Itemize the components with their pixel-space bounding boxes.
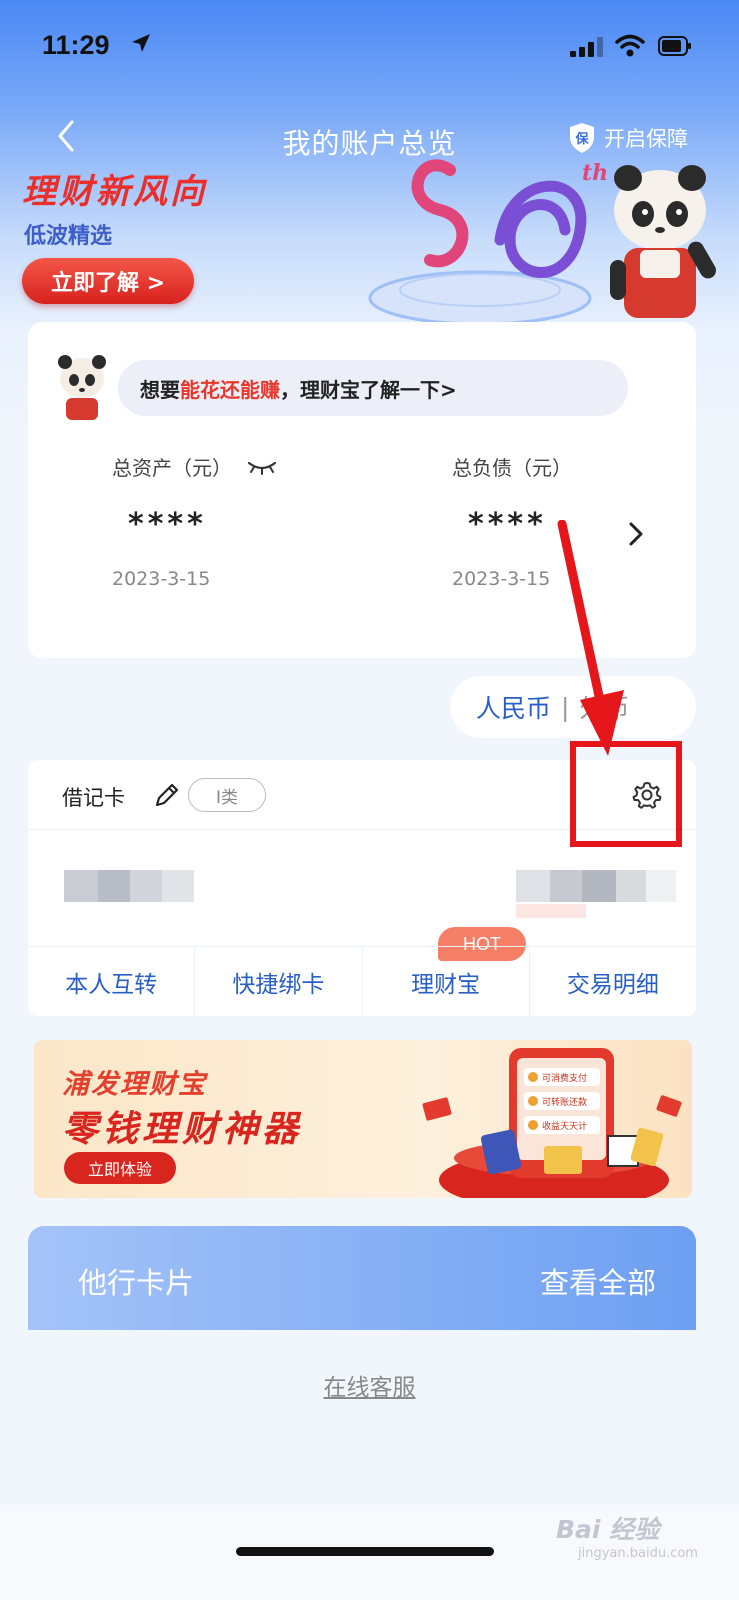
asset-overview-card: 想要 能花还能赚 ，理财宝了解一下> 总资产（元） **** 2023-3-15 总… [28,322,696,658]
online-service-link[interactable]: 在线客服 [0,1368,739,1402]
masked-card-balance [516,870,676,918]
total-liabilities-label: 总负债（元） [452,456,572,480]
debit-card-title: 借记卡 [62,786,125,810]
banner-title: 理财新风向 [22,172,207,212]
debit-card-actions: 本人互转 快捷绑卡 理财宝 交易明细 [28,946,696,1016]
status-time: 11:29 [42,30,110,60]
ad-feature-transfer: 可转账还款 [542,1096,587,1108]
status-bar: 11:29 [0,0,739,90]
ad-title: 浦发理财宝 [62,1069,207,1100]
wealth-promo-banner[interactable]: 想要 能花还能赚 ，理财宝了解一下> [118,360,628,416]
ad-subtitle: 零钱理财神器 [62,1109,303,1150]
location-arrow-icon [132,34,150,52]
banner-subtitle: 低波精选 [24,224,113,249]
phone-redbag-illustration: 可消费支付 可转账还款 收益天天计 [422,1048,682,1198]
home-indicator[interactable] [236,1547,494,1556]
baidu-watermark: Bai 经验 [556,1515,660,1544]
wealth-ad-banner[interactable]: 浦发理财宝 零钱理财神器 立即体验 可消费支付 可转账还款 收益天天计 [34,1040,692,1198]
wifi-icon [615,34,645,57]
ad-feature-pay: 可消费支付 [542,1072,587,1084]
masked-card-number [64,870,194,902]
view-all-button[interactable]: 查看全部 [540,1260,656,1302]
transaction-details-button[interactable]: 交易明细 [530,947,696,1016]
battery-icon [658,36,691,56]
total-liabilities-date: 2023-3-15 [452,568,551,590]
cellular-signal-icon [570,37,603,57]
wealth-treasure-button[interactable]: 理财宝 [363,947,530,1016]
promo-highlight: 能花还能赚 [180,377,280,402]
other-bank-cards-title: 他行卡片 [78,1266,195,1300]
total-liabilities: 总负债（元） **** 2023-3-15 [452,452,712,590]
debit-card-panel: 借记卡 I类 HOT 本人互转 快捷绑卡 理财宝 交易明细 [28,760,696,1016]
ad-try-button[interactable]: 立即体验 [64,1152,176,1184]
currency-separator: | [561,692,570,722]
promo-prefix: 想要 [140,377,180,402]
currency-rmb-tab[interactable]: 人民币 [476,689,551,725]
chevron-right-icon[interactable] [624,518,648,550]
self-transfer-button[interactable]: 本人互转 [28,947,196,1016]
anniversary-mascot-illustration: th [368,159,716,326]
total-assets-label: 总资产（元） [112,456,232,480]
quick-bind-card-button[interactable]: 快捷绑卡 [195,947,363,1016]
card-class-tag: I类 [188,778,266,812]
total-assets-date: 2023-3-15 [112,568,211,590]
anniversary-th-label: th [582,160,608,186]
learn-more-button[interactable]: 立即了解 > [22,258,194,304]
ad-feature-earn: 收益天天计 [542,1120,587,1132]
promo-suffix: ，理财宝了解一下> [280,377,457,402]
total-liabilities-value: **** [468,507,547,542]
total-assets-value: **** [128,507,207,542]
currency-fx-tab[interactable]: 外币 [579,689,629,725]
debit-card-header: 借记卡 I类 [28,760,696,830]
pencil-icon[interactable] [152,780,182,810]
currency-toggle: 人民币 | 外币 [450,676,696,738]
gear-icon[interactable] [632,780,662,810]
other-bank-cards-panel[interactable]: 他行卡片 查看全部 [28,1226,696,1330]
baidu-watermark-url: jingyan.baidu.com [578,1546,698,1561]
panda-mascot-icon [58,355,106,420]
total-assets: 总资产（元） **** 2023-3-15 [112,452,372,590]
eye-closed-icon[interactable] [246,457,278,477]
